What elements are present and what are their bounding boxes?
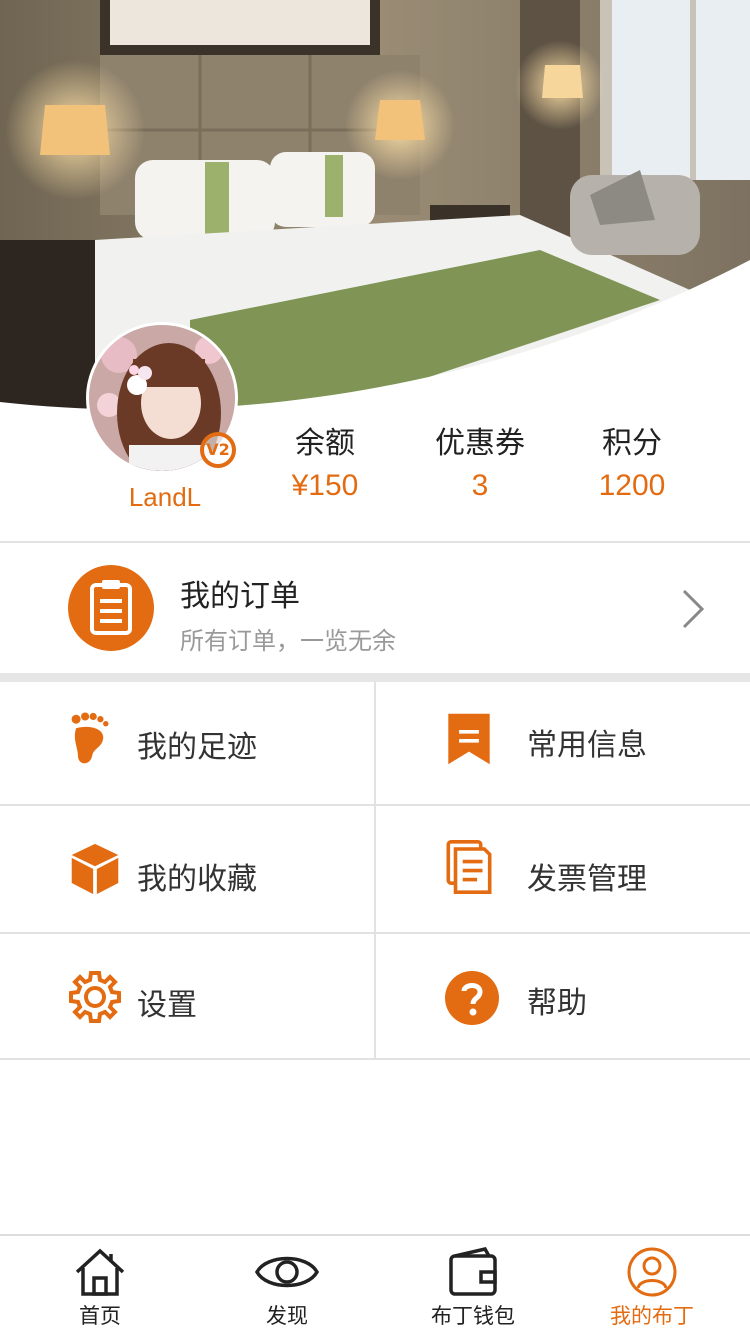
wallet-icon [449,1246,497,1296]
level-badge: V2 [200,432,236,468]
home-icon [75,1248,125,1296]
gear-icon [69,971,121,1023]
box-icon [71,843,119,895]
tab-label: 发现 [266,1304,308,1328]
menu-item-label: 我的足迹 [137,730,257,765]
menu-item-settings[interactable]: 设置 [0,936,374,1060]
menu-item-favorites[interactable]: 我的收藏 [0,806,374,934]
section-gap [0,673,750,682]
menu-item-label: 发票管理 [527,862,647,897]
tab-home[interactable]: 首页 [30,1236,170,1334]
balance-stat[interactable]: 余额 ¥150 [250,424,400,506]
stat-label: 积分 [602,426,662,461]
footprint-icon [71,712,109,764]
my-orders-row[interactable]: 我的订单 所有订单，一览无余 [0,543,750,673]
chevron-right-icon [682,589,705,629]
coupon-stat[interactable]: 优惠券 3 [405,424,555,506]
menu-item-label: 我的收藏 [137,862,257,897]
bottom-tab-bar: 首页 发现 布丁钱包 我的布丁 [0,1234,750,1334]
menu-item-footprints[interactable]: 我的足迹 [0,682,374,804]
stat-value: 3 [471,469,489,502]
stat-label: 余额 [295,426,355,461]
tab-wallet[interactable]: 布丁钱包 [403,1236,543,1334]
stat-value: ¥150 [291,469,359,502]
tab-label: 布丁钱包 [431,1304,515,1328]
tab-label: 首页 [79,1304,121,1328]
menu-item-label: 帮助 [527,986,587,1021]
avatar[interactable]: V2 [86,322,238,474]
profile-header: V2 LandL 余额 ¥150 优惠券 3 积分 1200 [0,0,750,542]
menu-item-label: 设置 [137,988,197,1023]
points-stat[interactable]: 积分 1200 [557,424,707,506]
account-stats: 余额 ¥150 优惠券 3 积分 1200 [250,424,750,514]
tab-label: 我的布丁 [610,1304,694,1328]
tab-my-pudding[interactable]: 我的布丁 [582,1236,722,1334]
menu-item-help[interactable]: 帮助 [376,936,750,1060]
stat-label: 优惠券 [435,426,525,461]
bookmark-icon [448,713,490,765]
menu-item-label: 常用信息 [527,728,647,763]
help-icon [445,971,499,1025]
orders-subtitle: 所有订单，一览无余 [180,627,396,655]
user-icon [627,1247,677,1297]
menu-item-common-info[interactable]: 常用信息 [376,682,750,804]
invoice-icon [446,840,492,894]
stat-value: 1200 [598,469,666,502]
orders-title: 我的订单 [180,579,300,614]
clipboard-icon [68,565,154,651]
divider [374,682,376,1060]
tab-discover[interactable]: 发现 [217,1236,357,1334]
eye-icon [255,1256,319,1288]
menu-item-invoices[interactable]: 发票管理 [376,806,750,934]
username: LandL [128,482,202,512]
